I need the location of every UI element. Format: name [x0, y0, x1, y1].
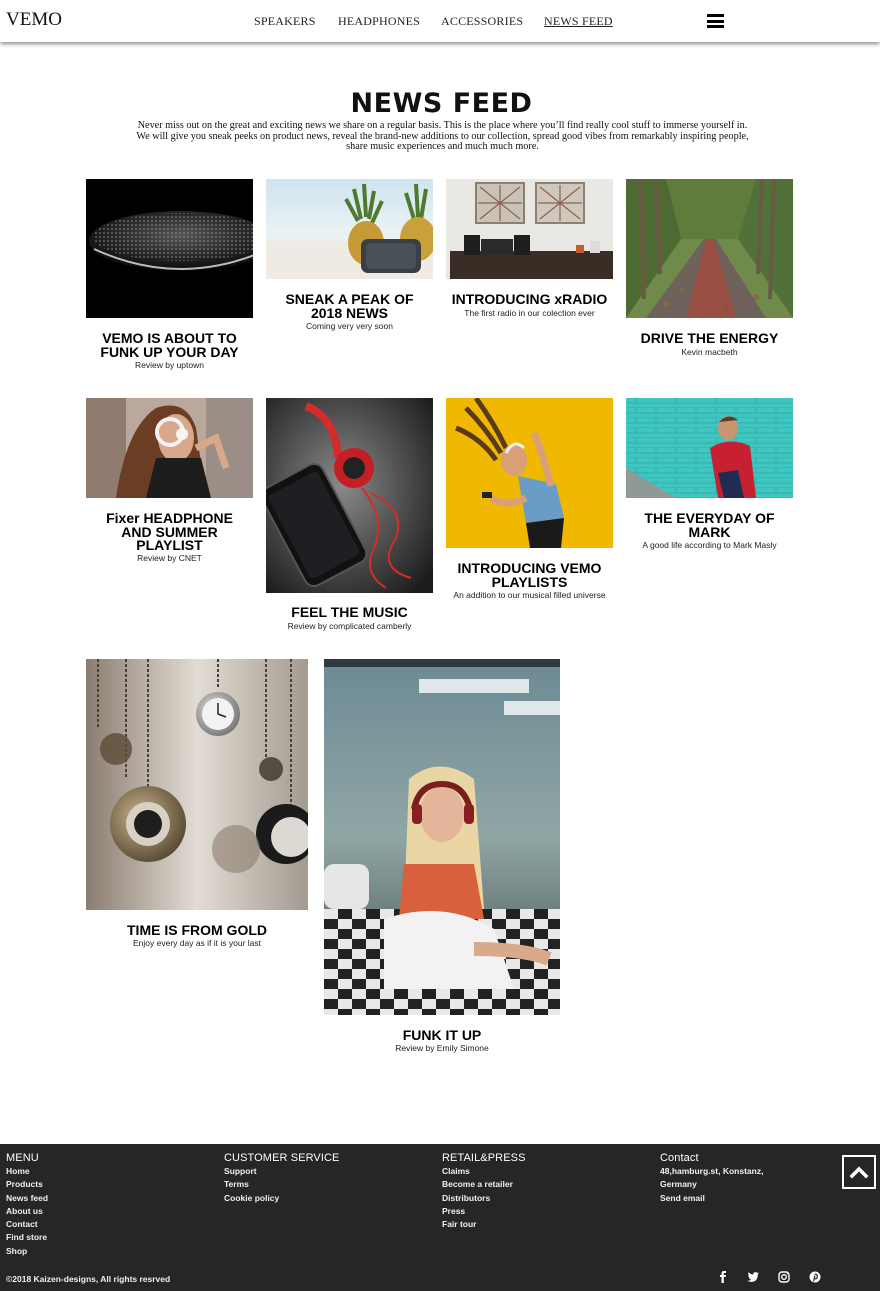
- card-title: THE EVERYDAY OF MARK: [616, 511, 803, 540]
- page-intro: Never miss out on the great and exciting…: [115, 120, 770, 153]
- site-footer: MENU Home Products News feed About us Co…: [0, 1144, 880, 1291]
- article-image: [86, 398, 253, 498]
- footer-link-terms[interactable]: Terms: [224, 1178, 340, 1191]
- card-subtitle: The first radio in our colection ever: [464, 308, 595, 318]
- card-title-line: FUNK UP YOUR DAY: [100, 343, 239, 360]
- card-title: FUNK IT UP: [314, 1027, 570, 1043]
- footer-link-become-retailer[interactable]: Become a retailer: [442, 1178, 526, 1191]
- card-title-line: FEEL THE MUSIC: [291, 604, 408, 620]
- hamburger-menu-icon[interactable]: [707, 14, 724, 28]
- card-subtitle: An addition to our musical filled univer…: [453, 590, 606, 600]
- back-to-top-button[interactable]: [842, 1155, 876, 1189]
- footer-address-line: Germany: [660, 1179, 697, 1190]
- card-title: SNEAK A PEAK OF 2018 NEWS: [256, 292, 443, 321]
- card-title: DRIVE THE ENERGY: [616, 330, 803, 346]
- nav-accessories[interactable]: ACCESSORIES: [441, 14, 523, 29]
- article-image: [446, 179, 613, 279]
- footer-link-about-us[interactable]: About us: [6, 1205, 48, 1218]
- card-subtitle: Kevin macbeth: [681, 347, 738, 357]
- article-image: [324, 659, 560, 1015]
- footer-link-distributors[interactable]: Distributors: [442, 1192, 526, 1205]
- footer-menu-column: MENU Home Products News feed About us Co…: [6, 1152, 48, 1258]
- article-image: [626, 398, 793, 498]
- card-subtitle: Review by complicated camberly: [287, 621, 412, 631]
- card-title-line: MARK: [688, 523, 731, 540]
- nav-speakers[interactable]: SPEAKERS: [254, 14, 316, 29]
- footer-contact-column: Contact 48,hamburg.st, Konstanz, Germany…: [660, 1152, 763, 1205]
- footer-link-shop[interactable]: Shop: [6, 1245, 48, 1258]
- footer-link-support[interactable]: Support: [224, 1165, 340, 1178]
- footer-link-send-email[interactable]: Send email: [660, 1192, 763, 1205]
- card-title: Fixer HEADPHONE AND SUMMER PLAYLIST: [76, 511, 263, 553]
- card-subtitle: Review by CNET: [137, 553, 202, 563]
- card-title-line: TIME IS FROM GOLD: [127, 922, 267, 938]
- logo[interactable]: VEMO: [6, 9, 62, 31]
- article-image: [266, 179, 433, 279]
- footer-address-line: 48,hamburg.st, Konstanz,: [660, 1166, 764, 1176]
- twitter-icon[interactable]: [746, 1270, 760, 1284]
- footer-retail-column: RETAIL&PRESS Claims Become a retailer Di…: [442, 1152, 526, 1231]
- card-title: INTRODUCING xRADIO: [436, 291, 623, 307]
- nav-news-feed[interactable]: NEWS FEED: [544, 14, 613, 29]
- footer-link-products[interactable]: Products: [6, 1178, 48, 1191]
- copyright-text: ©2018 Kaizen-designs, All rights resrved: [6, 1274, 171, 1284]
- card-title-line: FUNK IT UP: [402, 1027, 482, 1043]
- card-title: TIME IS FROM GOLD: [76, 922, 318, 938]
- footer-heading: CUSTOMER SERVICE: [224, 1152, 340, 1164]
- footer-customer-service-column: CUSTOMER SERVICE Support Terms Cookie po…: [224, 1152, 340, 1205]
- chevron-up-icon: [849, 1166, 869, 1179]
- card-subtitle: A good life according to Mark Masly: [642, 540, 777, 550]
- card-title-line: DRIVE THE ENERGY: [640, 330, 779, 346]
- card-title-line: INTRODUCING xRADIO: [451, 291, 608, 307]
- site-header: VEMO SPEAKERS HEADPHONES ACCESSORIES NEW…: [0, 0, 880, 42]
- article-image: [86, 659, 308, 910]
- intro-line: share music experiences and much much mo…: [346, 141, 539, 153]
- facebook-icon[interactable]: [716, 1270, 730, 1284]
- card-title: INTRODUCING VEMO PLAYLISTS: [436, 561, 623, 590]
- page-title: NEWS FEED: [350, 88, 533, 119]
- article-image: [86, 179, 253, 318]
- article-image: [266, 398, 433, 593]
- card-subtitle: Review by uptown: [135, 360, 204, 370]
- footer-link-contact[interactable]: Contact: [6, 1218, 48, 1231]
- article-image: [626, 179, 793, 318]
- card-subtitle: Enjoy every day as if it is your last: [132, 938, 262, 948]
- footer-heading: MENU: [6, 1152, 39, 1164]
- footer-heading: RETAIL&PRESS: [442, 1152, 526, 1164]
- card-title-line: PLAYLIST: [136, 537, 203, 553]
- instagram-icon[interactable]: [777, 1270, 791, 1284]
- nav-headphones[interactable]: HEADPHONES: [338, 14, 420, 29]
- footer-link-claims[interactable]: Claims: [442, 1165, 526, 1178]
- footer-link-home[interactable]: Home: [6, 1165, 48, 1178]
- footer-link-news-feed[interactable]: News feed: [6, 1192, 48, 1205]
- card-title: FEEL THE MUSIC: [256, 604, 443, 620]
- article-image: [446, 398, 613, 548]
- pinterest-icon[interactable]: [808, 1270, 822, 1284]
- card-title-line: PLAYLISTS: [491, 573, 568, 590]
- card-subtitle: Review by Emily Simone: [395, 1043, 489, 1053]
- card-subtitle: Coming very very soon: [306, 321, 393, 331]
- footer-heading: Contact: [660, 1152, 699, 1164]
- card-title-line: 2018 NEWS: [310, 304, 389, 321]
- card-title: VEMO IS ABOUT TO FUNK UP YOUR DAY: [76, 331, 263, 360]
- footer-link-find-store[interactable]: Find store: [6, 1231, 48, 1244]
- footer-link-press[interactable]: Press: [442, 1205, 526, 1218]
- intro-line: Never miss out on the great and exciting…: [137, 120, 748, 131]
- footer-link-cookie-policy[interactable]: Cookie policy: [224, 1192, 340, 1205]
- footer-link-fair-tour[interactable]: Fair tour: [442, 1218, 526, 1231]
